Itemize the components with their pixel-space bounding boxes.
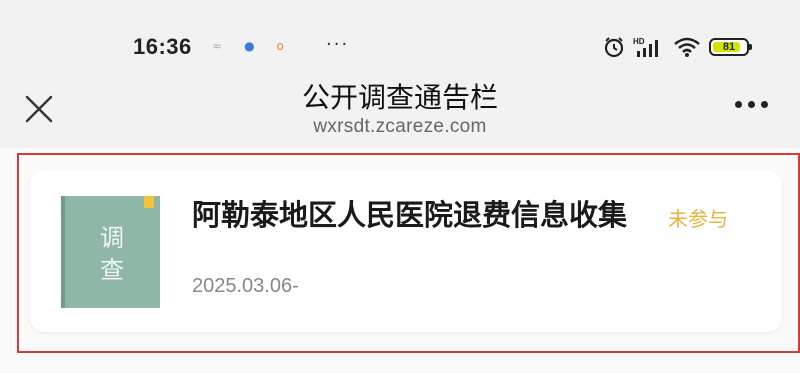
battery-icon: 81 [709, 38, 752, 56]
alarm-icon [603, 36, 625, 58]
svg-text:HD: HD [633, 37, 645, 46]
notification-icon: o [276, 39, 284, 53]
notification-icon: ● [244, 39, 255, 53]
more-options-icon[interactable] [735, 101, 768, 108]
signal-icon: HD [633, 36, 665, 58]
notification-icons: ≈ ● o [212, 40, 284, 52]
page-title: 公开调查通告栏 [301, 81, 498, 114]
status-time: 16:36 [133, 34, 192, 59]
status-right-icons: HD 81 [603, 36, 752, 58]
status-more-icon: ··· [326, 34, 350, 55]
page-url: wxrsdt.zcareze.com [313, 116, 487, 137]
status-bar: 16:36 ≈ ● o ··· HD 81 [0, 0, 800, 70]
battery-level: 81 [722, 41, 736, 53]
highlight-box [17, 153, 800, 353]
notification-icon: ≈ [212, 39, 223, 53]
wifi-icon [673, 36, 701, 58]
